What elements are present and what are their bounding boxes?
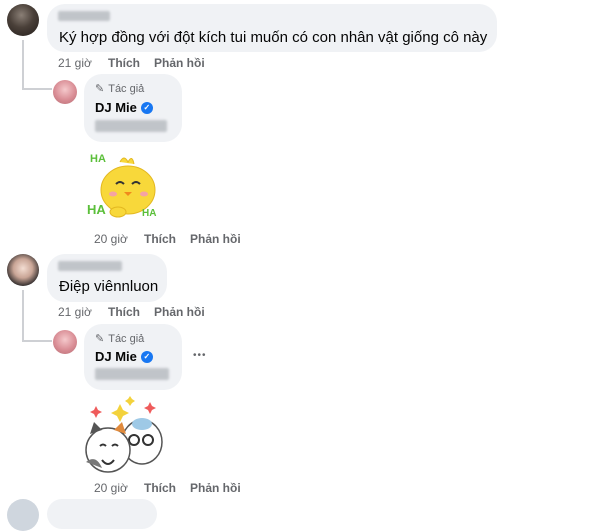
author-badge-label: Tác giả (108, 82, 145, 95)
sticker-cats-sparkles (85, 396, 163, 473)
author-badge-label: Tác giả (108, 332, 145, 345)
like-button[interactable]: Thích (108, 305, 140, 319)
comment-actions: 21 giờ Thích Phản hồi (58, 305, 258, 321)
verified-icon: ✓ (140, 350, 153, 363)
author-avatar[interactable] (53, 80, 77, 104)
thread-connector (22, 340, 52, 342)
reply-bubble: ✎ Tác giả DJ Mie ✓ (84, 74, 182, 142)
comment-actions: 21 giờ Thích Phản hồi (58, 56, 258, 72)
sticker-chick-laughing: HA HA HA (87, 153, 156, 219)
reply-button[interactable]: Phản hồi (154, 56, 205, 70)
comment-bubble: Điệp viênnluon (47, 254, 167, 302)
next-commenter-avatar[interactable] (7, 499, 39, 531)
next-comment-bubble (47, 499, 157, 529)
author-name[interactable]: DJ Mie (95, 100, 137, 115)
thread-connector (22, 290, 24, 340)
more-options-button[interactable]: ••• (193, 350, 207, 361)
author-avatar[interactable] (53, 330, 77, 354)
sticker-ha-top: HA (90, 153, 106, 165)
verified-icon: ✓ (140, 101, 153, 114)
author-badge: ✎ Tác giả (95, 332, 145, 346)
comment-text: Điệp viênnluon (59, 278, 159, 295)
author-name-row: DJ Mie ✓ (95, 100, 153, 115)
thread-connector (22, 88, 52, 90)
reply-actions: 20 giờ Thích Phản hồi (94, 232, 294, 248)
reply-button[interactable]: Phản hồi (190, 481, 241, 495)
commenter-name-redacted (58, 11, 110, 21)
reply-text-redacted (95, 120, 167, 132)
comment-bubble: Ký hợp đồng với đột kích tui muốn có con… (47, 4, 497, 52)
reply-button[interactable]: Phản hồi (154, 305, 205, 319)
author-name[interactable]: DJ Mie (95, 349, 137, 364)
thread-connector (22, 40, 24, 88)
commenter-avatar[interactable] (7, 4, 39, 36)
reply-time[interactable]: 20 giờ (94, 232, 128, 246)
like-button[interactable]: Thích (108, 56, 140, 70)
comment-text: Ký hợp đồng với đột kích tui muốn có con… (59, 29, 488, 46)
like-button[interactable]: Thích (144, 481, 176, 495)
author-badge: ✎ Tác giả (95, 82, 145, 96)
reply-button[interactable]: Phản hồi (190, 232, 241, 246)
commenter-avatar[interactable] (7, 254, 39, 286)
reply-bubble: ✎ Tác giả DJ Mie ✓ (84, 324, 182, 390)
author-name-row: DJ Mie ✓ (95, 349, 153, 364)
pencil-icon: ✎ (95, 83, 105, 95)
sticker-ha-right: HA (142, 208, 156, 219)
comment-time[interactable]: 21 giờ (58, 56, 92, 70)
reply-time[interactable]: 20 giờ (94, 481, 128, 495)
sticker-ha-left: HA (87, 202, 106, 217)
commenter-name-redacted (58, 261, 122, 271)
reply-text-redacted (95, 368, 169, 380)
reply-actions: 20 giờ Thích Phản hồi (94, 481, 294, 497)
pencil-icon: ✎ (95, 333, 105, 345)
like-button[interactable]: Thích (144, 232, 176, 246)
comment-time[interactable]: 21 giờ (58, 305, 92, 319)
